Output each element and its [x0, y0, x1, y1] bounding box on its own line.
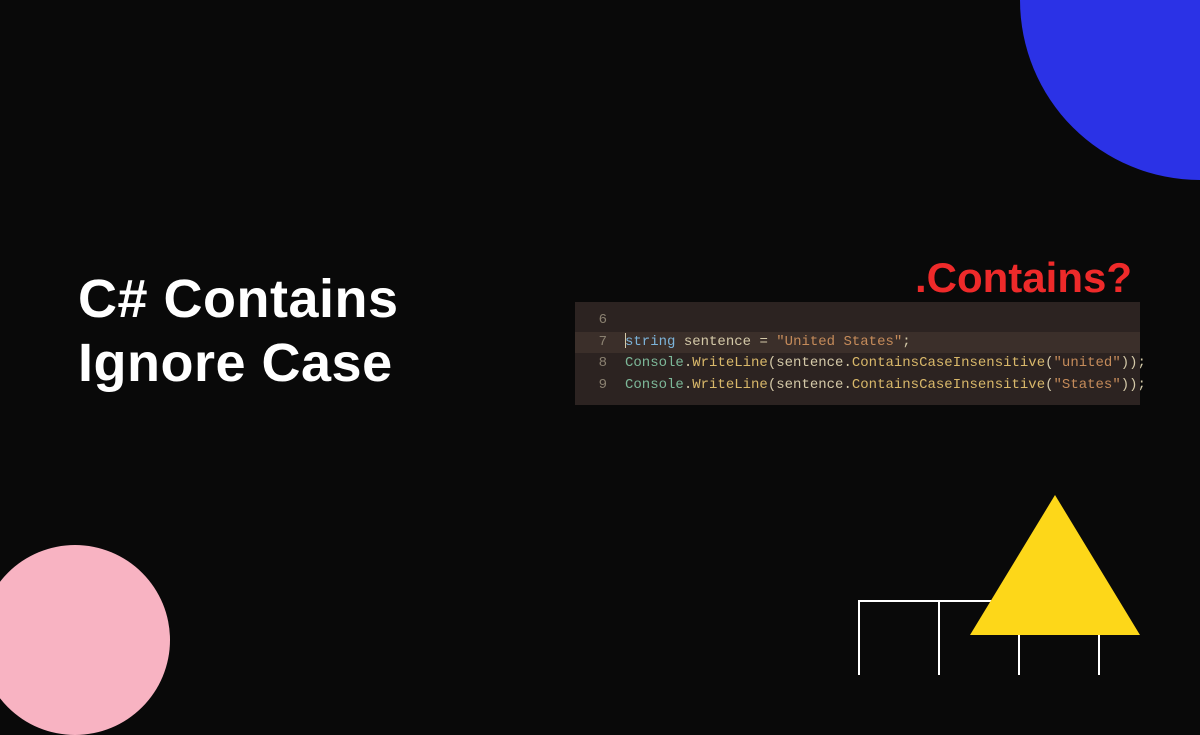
- code-content: Console.WriteLine(sentence.ContainsCaseI…: [625, 375, 1146, 397]
- code-snippet: 67 string sentence = "United States";8Con…: [575, 302, 1140, 405]
- main-title: C# Contains Ignore Case: [78, 268, 399, 395]
- contains-label: .Contains?: [915, 254, 1132, 302]
- code-line: 7 string sentence = "United States";: [575, 332, 1140, 354]
- code-line: 6: [575, 310, 1140, 332]
- pink-circle-decoration: [0, 545, 170, 735]
- code-content: string sentence = "United States";: [625, 332, 911, 354]
- triangle-decoration: [970, 495, 1140, 635]
- line-number: 6: [585, 310, 607, 332]
- quarter-circle-decoration: [1020, 0, 1200, 180]
- title-line-2: Ignore Case: [78, 332, 399, 396]
- line-number: 9: [585, 375, 607, 397]
- line-number: 8: [585, 353, 607, 375]
- code-content: Console.WriteLine(sentence.ContainsCaseI…: [625, 353, 1146, 375]
- line-number: 7: [585, 332, 607, 354]
- title-line-1: C# Contains: [78, 268, 399, 332]
- grid-square: [858, 600, 940, 675]
- code-line: 8Console.WriteLine(sentence.ContainsCase…: [575, 353, 1140, 375]
- code-line: 9Console.WriteLine(sentence.ContainsCase…: [575, 375, 1140, 397]
